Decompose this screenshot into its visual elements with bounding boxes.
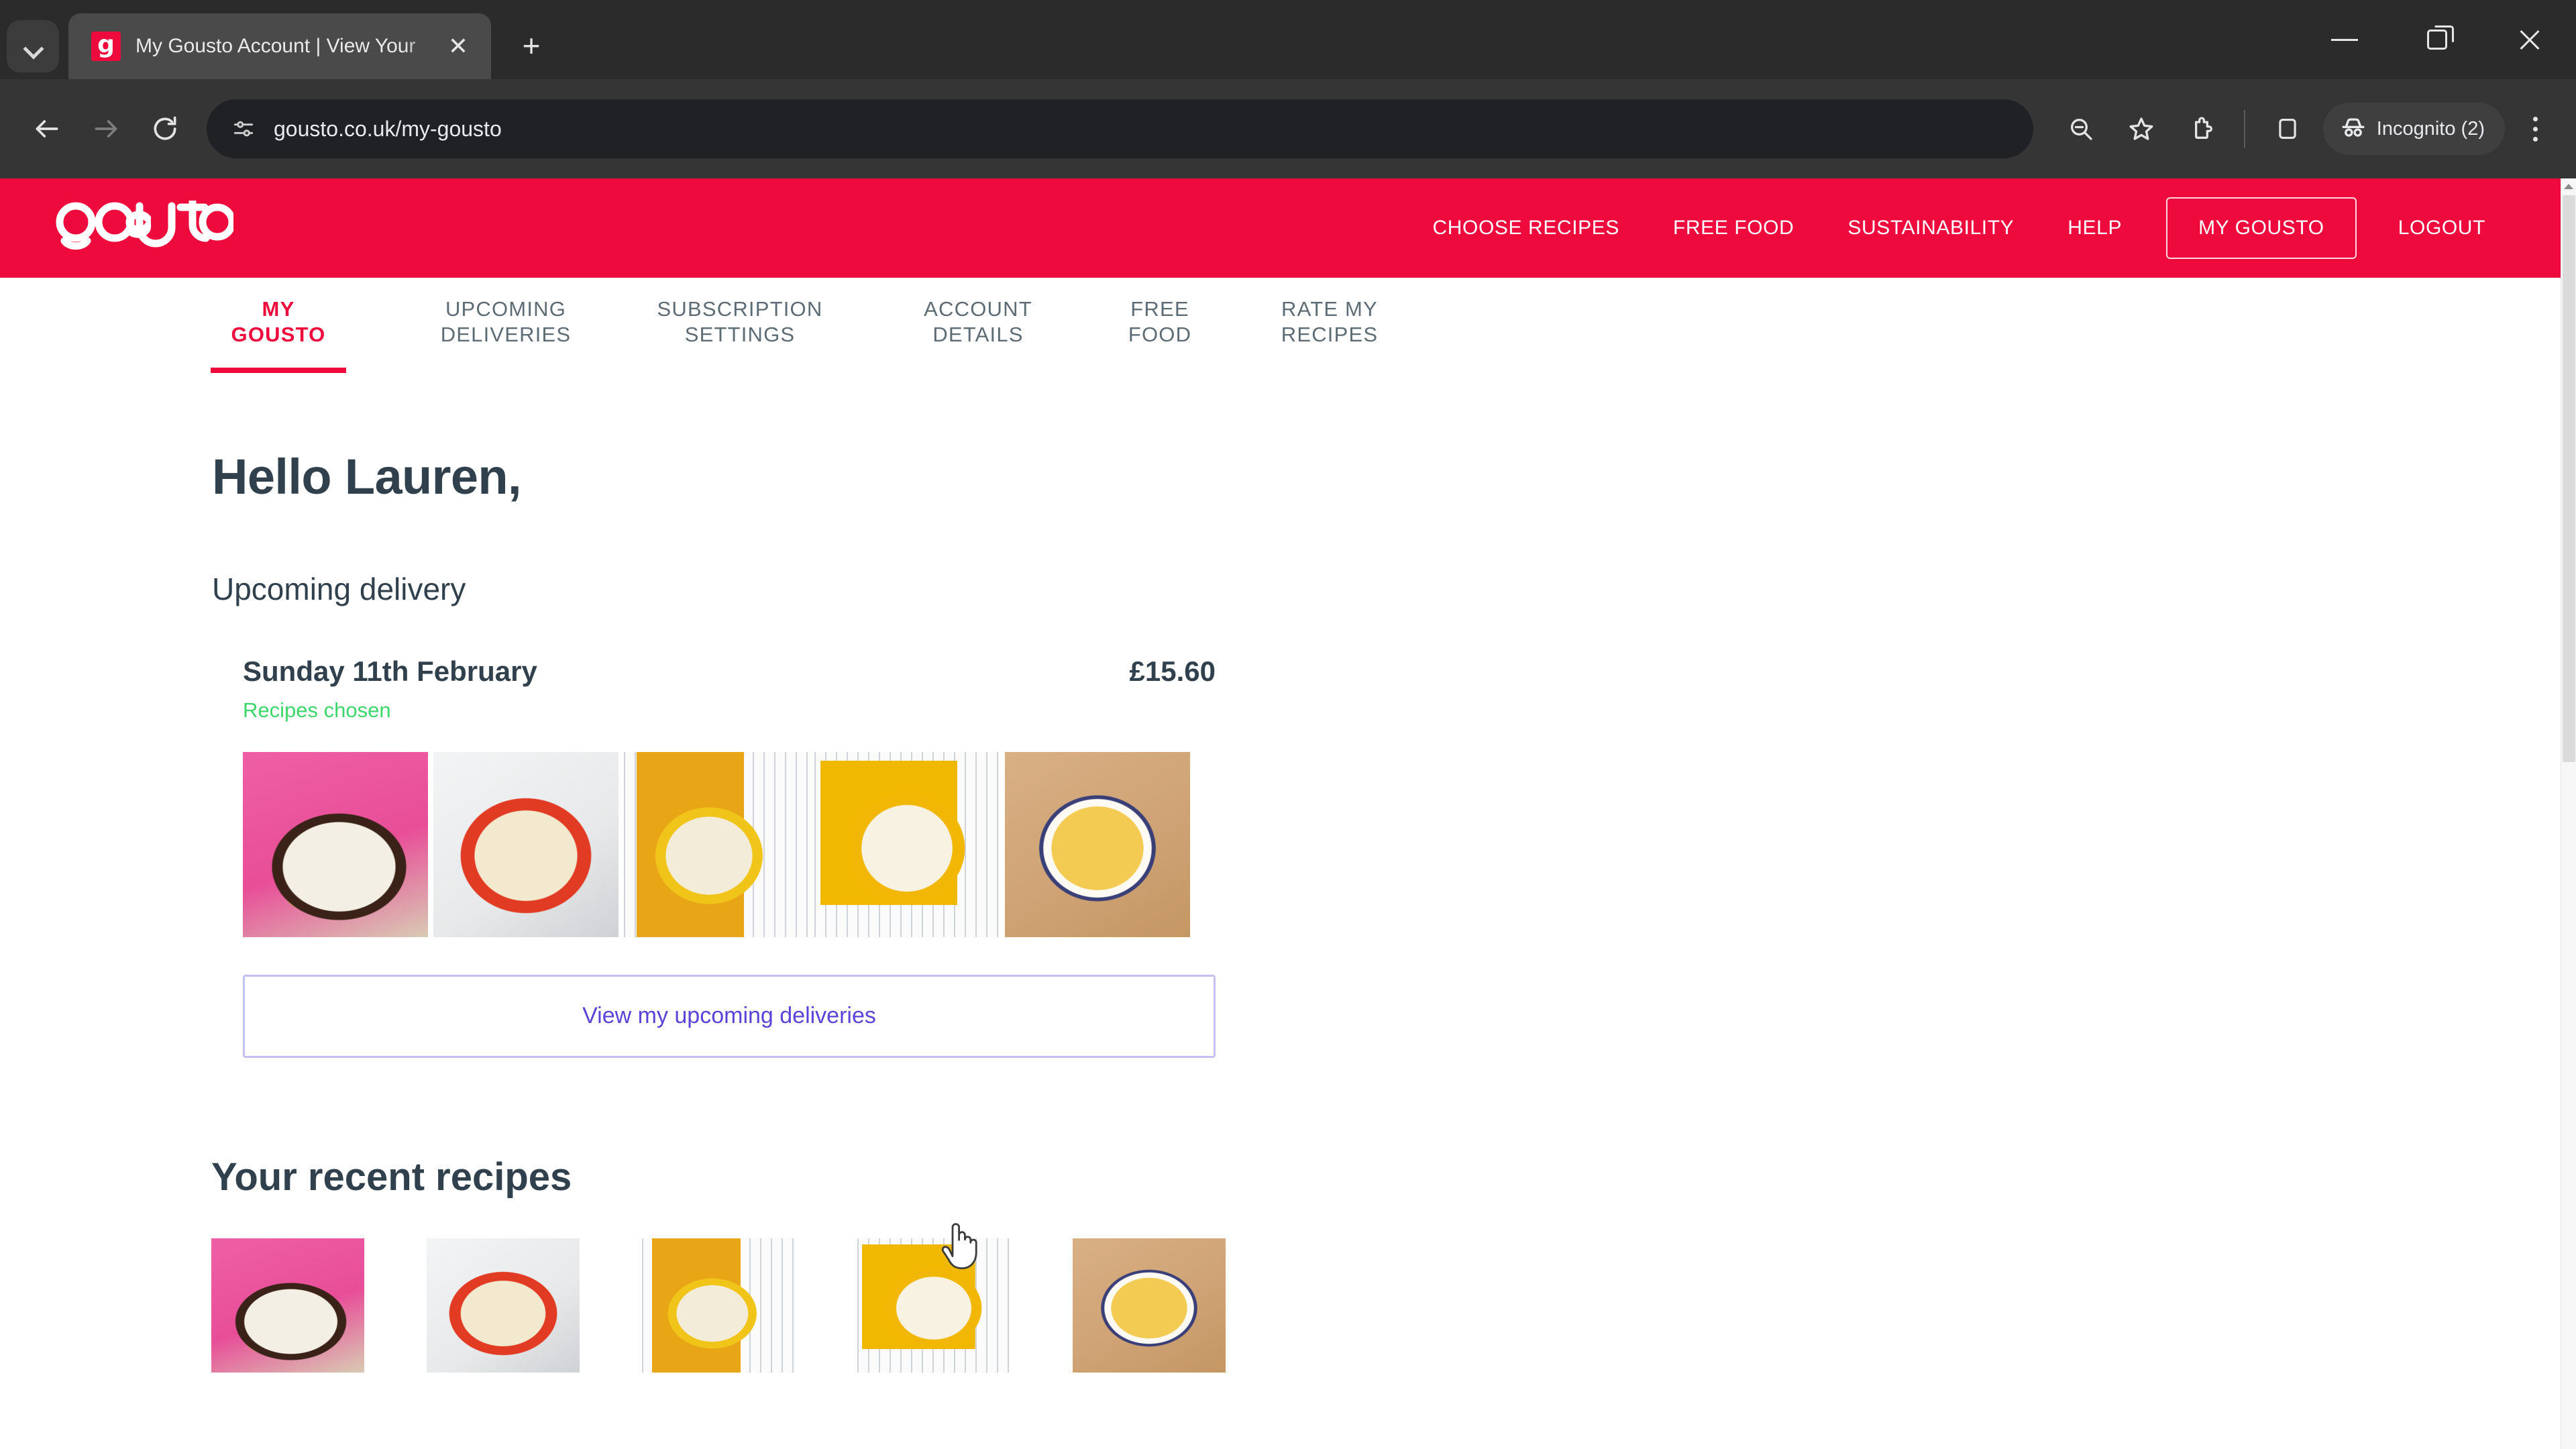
window-controls <box>2298 0 2576 79</box>
back-button[interactable] <box>17 99 76 158</box>
upcoming-delivery-heading: Upcoming delivery <box>212 571 466 606</box>
minimize-icon <box>2331 38 2358 41</box>
tab-rate-my-recipes[interactable]: RATE MY RECIPES <box>1272 297 1387 373</box>
tab-title: My Gousto Account | View Your <box>136 35 416 57</box>
recipe-thumb-2[interactable] <box>433 751 619 937</box>
minimize-button[interactable] <box>2298 0 2391 79</box>
recent-recipes-heading: Your recent recipes <box>211 1155 572 1199</box>
back-arrow-icon <box>36 120 58 138</box>
delivery-recipe-thumbnails <box>243 751 1216 937</box>
page-viewport: CHOOSE RECIPES FREE FOOD SUSTAINABILITY … <box>0 178 2576 1449</box>
bookmark-button[interactable] <box>2115 103 2167 155</box>
zoom-out-button[interactable] <box>2055 103 2107 155</box>
browser-tab[interactable]: g My Gousto Account | View Your ✕ <box>68 13 491 79</box>
tab-upcoming-deliveries[interactable]: UPCOMING DELIVERIES <box>419 297 593 373</box>
close-tab-icon[interactable]: ✕ <box>440 28 476 64</box>
restore-icon <box>2427 30 2447 50</box>
recent-recipe-4[interactable] <box>857 1238 1010 1373</box>
tab-strip: g My Gousto Account | View Your ✕ + <box>0 0 2576 79</box>
recent-recipe-image <box>857 1238 1010 1373</box>
delivery-date: Sunday 11th February <box>243 655 537 687</box>
nav-logout[interactable]: LOGOUT <box>2371 217 2512 239</box>
delivery-summary-row: Sunday 11th February £15.60 <box>243 655 1216 688</box>
toolbar-divider <box>2243 110 2245 148</box>
page-scrollbar[interactable] <box>2561 178 2576 1449</box>
recent-recipe-image <box>427 1238 580 1373</box>
recent-recipe-image <box>211 1238 364 1373</box>
recent-recipes-list <box>211 1238 2576 1373</box>
browser-window: g My Gousto Account | View Your ✕ + gous… <box>0 0 2576 1449</box>
delivery-status-badge: Recipes chosen <box>243 698 391 722</box>
recipe-thumb-5[interactable] <box>1005 751 1190 937</box>
nav-my-gousto-label: MY GOUSTO <box>2198 217 2324 239</box>
toolbar-actions: Incognito (2) <box>2051 103 2559 155</box>
address-bar[interactable]: gousto.co.uk/my-gousto <box>207 99 2033 158</box>
browser-toolbar: gousto.co.uk/my-gousto Incognito (2) <box>0 79 2576 178</box>
side-panel-icon <box>2279 118 2296 140</box>
chevron-down-icon <box>24 42 42 51</box>
gousto-logo[interactable] <box>54 201 233 256</box>
nav-free-food[interactable]: FREE FOOD <box>1646 217 1821 239</box>
recipe-thumb-1[interactable] <box>243 751 428 937</box>
browser-menu-button[interactable] <box>2512 103 2559 155</box>
tab-account-details[interactable]: ACCOUNT DETAILS <box>912 297 1044 373</box>
reload-button[interactable] <box>136 99 195 158</box>
view-upcoming-deliveries-button[interactable]: View my upcoming deliveries <box>243 974 1216 1058</box>
tab-free-food[interactable]: FREE FOOD <box>1119 297 1201 373</box>
maximize-button[interactable] <box>2391 0 2483 79</box>
site-settings-icon[interactable] <box>224 109 263 148</box>
kebab-menu-icon <box>2532 116 2538 121</box>
recent-recipe-image <box>1073 1238 1226 1373</box>
url-text: gousto.co.uk/my-gousto <box>274 116 502 141</box>
main-content: Hello Lauren, Upcoming delivery Sunday 1… <box>0 448 2576 1373</box>
nav-sustainability[interactable]: SUSTAINABILITY <box>1821 217 2041 239</box>
nav-my-gousto-button[interactable]: MY GOUSTO <box>2166 197 2357 259</box>
recipe-thumb-4[interactable] <box>814 751 1000 937</box>
profile-label: Incognito (2) <box>2376 117 2485 140</box>
forward-arrow-icon <box>95 120 117 138</box>
scrollbar-thumb[interactable] <box>2563 195 2575 762</box>
extensions-button[interactable] <box>2176 103 2228 155</box>
page-title: Hello Lauren, <box>212 448 522 504</box>
close-icon <box>2517 27 2542 52</box>
upcoming-delivery-card: Sunday 11th February £15.60 Recipes chos… <box>243 655 1216 1058</box>
star-icon <box>2129 117 2153 140</box>
side-panel-button[interactable] <box>2261 103 2314 155</box>
recent-recipe-5[interactable] <box>1073 1238 1226 1373</box>
recent-recipe-2[interactable] <box>427 1238 580 1373</box>
incognito-icon <box>2339 113 2367 145</box>
recent-recipe-image <box>642 1238 795 1373</box>
forward-button[interactable] <box>76 99 136 158</box>
account-tab-bar: MY GOUSTO UPCOMING DELIVERIES SUBSCRIPTI… <box>0 278 2561 373</box>
recipe-thumb-3[interactable] <box>624 751 809 937</box>
new-tab-button[interactable]: + <box>508 23 554 68</box>
zoom-out-icon <box>2070 119 2092 140</box>
site-header: CHOOSE RECIPES FREE FOOD SUSTAINABILITY … <box>0 178 2561 278</box>
extensions-icon <box>2194 117 2212 139</box>
tab-my-gousto[interactable]: MY GOUSTO <box>211 297 346 373</box>
scroll-up-arrow-icon[interactable] <box>2564 184 2573 189</box>
reload-icon <box>154 116 176 140</box>
recent-recipe-3[interactable] <box>642 1238 795 1373</box>
close-window-button[interactable] <box>2483 0 2576 79</box>
recent-recipe-1[interactable] <box>211 1238 364 1373</box>
profile-button[interactable]: Incognito (2) <box>2322 103 2505 155</box>
gousto-favicon-icon: g <box>91 32 121 61</box>
site-nav: CHOOSE RECIPES FREE FOOD SUSTAINABILITY … <box>1406 197 2513 259</box>
tab-subscription-settings[interactable]: SUBSCRIPTION SETTINGS <box>652 297 828 373</box>
nav-help[interactable]: HELP <box>2041 217 2149 239</box>
tab-search-button[interactable] <box>7 20 59 72</box>
nav-choose-recipes[interactable]: CHOOSE RECIPES <box>1406 217 1646 239</box>
gousto-logo-icon <box>56 201 233 250</box>
delivery-price: £15.60 <box>1129 655 1216 687</box>
